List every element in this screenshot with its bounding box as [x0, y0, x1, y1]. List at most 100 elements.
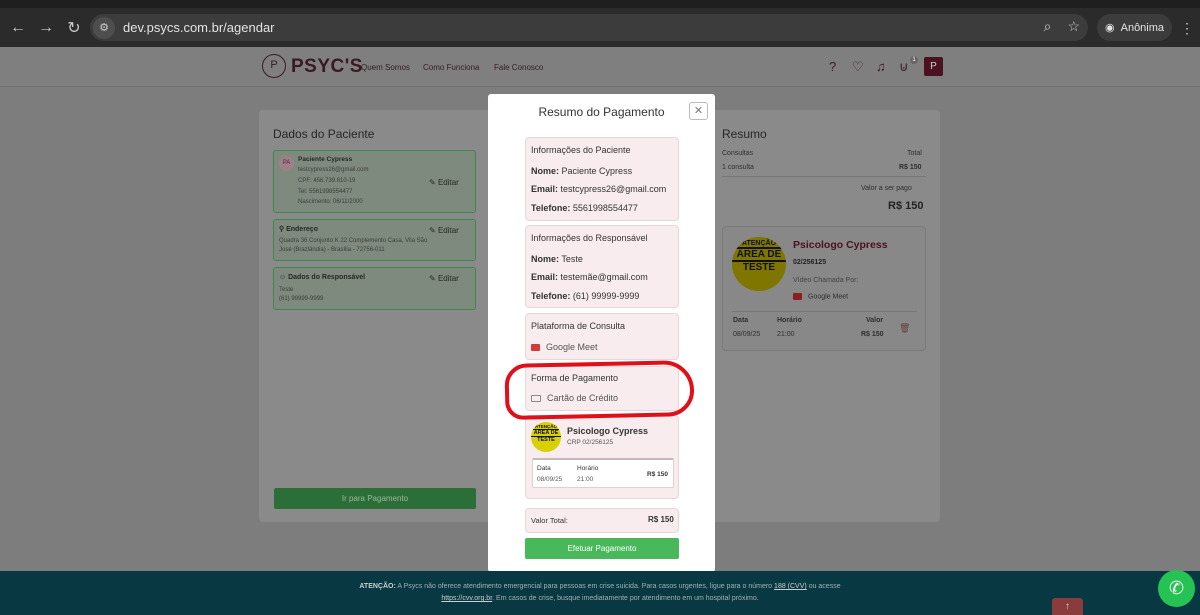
cart-count-badge: 1	[910, 56, 918, 64]
responsible-info-section: Informações do Responsável Nome: Teste E…	[525, 225, 679, 308]
badge-line-3: TESTE	[742, 262, 776, 273]
address-label: Endereço	[286, 226, 318, 233]
summary-divider	[722, 176, 926, 177]
appointment-value: R$ 150	[647, 471, 668, 478]
responsible-label: Dados do Responsável	[288, 274, 366, 281]
patient-info-section: Informações do Paciente Nome: Paciente C…	[525, 137, 679, 221]
consultas-count: 1 consulta	[722, 164, 754, 171]
footer-text-1: A Psycs não oferece atendimento emergenc…	[397, 583, 773, 590]
time-label: Horário	[577, 465, 599, 472]
responsible-card: ☺ Dados do Responsável Teste (61) 99999-…	[273, 267, 476, 310]
browser-menu-icon[interactable]: ⋮	[1180, 20, 1194, 37]
browser-toolbar: ← → ↻ ⚙ dev.psycs.com.br/agendar ⌕ ☆ ◉ A…	[0, 8, 1200, 47]
footer-attention: ATENÇÃO:	[359, 583, 396, 590]
psychologist-crp: 02/256125	[793, 259, 827, 266]
platform-row: Google Meet	[793, 293, 848, 300]
google-meet-icon	[531, 344, 540, 352]
site-settings-icon[interactable]: ⚙	[93, 16, 115, 39]
cvv-url-link[interactable]: https://cvv.org.br	[441, 595, 492, 602]
patient-phone-row: Telefone: 5561998554477	[531, 203, 638, 213]
value-value: R$ 150	[861, 331, 884, 338]
whatsapp-icon[interactable]: ✆	[1158, 570, 1195, 607]
heart-icon[interactable]: ♡	[852, 59, 864, 75]
platform-heading: Plataforma de Consulta	[531, 321, 626, 331]
patient-cpf: CPF: 456.739.810-19	[298, 178, 356, 184]
nav-quem-somos[interactable]: Quem Somos	[361, 63, 410, 72]
platform-row: Google Meet	[531, 342, 598, 352]
bookmark-star-icon[interactable]: ☆	[1067, 18, 1080, 35]
edit-address-button[interactable]: ✎ Editar	[429, 226, 459, 235]
responsible-name-row: Nome: Teste	[531, 254, 583, 264]
logo-icon[interactable]: P	[262, 54, 286, 78]
badge-line-2: ÁREA DE	[531, 429, 561, 437]
confirm-payment-button[interactable]: Efetuar Pagamento	[525, 538, 679, 559]
patient-name-value: Paciente Cypress	[561, 166, 633, 176]
help-icon[interactable]: ?	[829, 59, 836, 74]
address-line-2: José (Brazlândia) - Brasília - 72756-011	[279, 247, 385, 253]
url-text: dev.psycs.com.br/agendar	[123, 20, 275, 35]
responsible-name: Teste	[279, 287, 294, 293]
person-icon: ☺	[279, 274, 289, 281]
cart-icon[interactable]: ⊍	[899, 59, 909, 75]
responsible-phone: (61) 99999-9999	[279, 296, 324, 302]
phone-label: Telefone:	[531, 203, 571, 213]
forward-icon[interactable]: →	[32, 19, 60, 37]
edit-responsible-button[interactable]: ✎ Editar	[429, 274, 459, 283]
patient-birth: Nascimento: 06/11/2000	[298, 199, 363, 205]
edit-label: Editar	[437, 226, 459, 235]
edit-patient-button[interactable]: ✎ Editar	[429, 178, 459, 187]
consultas-label: Consultas	[722, 150, 754, 157]
date-value: 08/09/25	[537, 476, 563, 483]
badge-line-1: ATENÇÃO	[535, 424, 557, 429]
name-label: Nome:	[531, 166, 560, 176]
responsible-name-value: Teste	[561, 254, 583, 264]
patient-card: PA Paciente Cypress testcypress26@gmail.…	[273, 150, 476, 213]
platform-label: Vídeo Chamada Por:	[793, 277, 859, 284]
pencil-icon: ✎	[429, 178, 438, 187]
back-icon[interactable]: ←	[4, 19, 32, 37]
user-avatar[interactable]: P	[924, 57, 943, 76]
edit-label: Editar	[437, 274, 459, 283]
platform-value: Google Meet	[546, 342, 598, 352]
bell-icon[interactable]: ♫	[876, 59, 886, 74]
footer-text-3: . Em casos de crise, busque imediatament…	[492, 595, 759, 602]
total-value: R$ 150	[648, 515, 674, 524]
patient-info-heading: Informações do Paciente	[531, 145, 631, 155]
browser-tab-strip	[0, 0, 1200, 8]
modal-title: Resumo do Pagamento	[538, 105, 665, 119]
reload-icon[interactable]: ↻	[60, 18, 88, 38]
cvv-phone-link[interactable]: 188 (CVV)	[774, 583, 807, 590]
psychologist-divider	[732, 311, 917, 312]
highlight-annotation-circle	[504, 360, 695, 420]
date-label: Data	[733, 317, 749, 324]
phone-label: Telefone:	[531, 291, 571, 301]
go-to-payment-button[interactable]: Ir para Pagamento	[274, 488, 476, 509]
email-label: Email:	[531, 272, 559, 282]
close-icon[interactable]: ✕	[689, 102, 708, 120]
email-label: Email:	[531, 184, 559, 194]
appointment-box: Data Horário 08/09/25 21:00 R$ 150	[532, 458, 674, 488]
total-value: R$ 150	[899, 164, 922, 171]
psychologist-card: ATENÇÃO ÁREA DE TESTE Psicologo Cypress …	[722, 226, 926, 351]
logo-text[interactable]: PSYC'S	[291, 56, 363, 78]
responsible-phone-value: (61) 99999-9999	[572, 291, 640, 301]
responsible-label-row: ☺ Dados do Responsável	[279, 274, 365, 281]
footer: ATENÇÃO: A Psycs não oferece atendimento…	[0, 571, 1200, 615]
nav-como-funciona[interactable]: Como Funciona	[423, 63, 479, 72]
badge-line-2: ÁREA DE	[732, 247, 786, 262]
summary-title: Resumo	[722, 127, 767, 141]
pencil-icon: ✎	[429, 226, 438, 235]
incognito-profile-button[interactable]: ◉ Anônima	[1097, 14, 1172, 41]
footer-text-2: ou acesse	[808, 583, 841, 590]
psychologist-name: Psicologo Cypress	[567, 426, 649, 436]
address-bar[interactable]: ⚙ dev.psycs.com.br/agendar ⌕ ☆	[90, 14, 1088, 41]
trash-icon[interactable]: 🗑	[899, 323, 910, 334]
nav-fale-conosco[interactable]: Fale Conosco	[494, 63, 543, 72]
scroll-top-button[interactable]: ↑	[1052, 598, 1083, 615]
incognito-icon: ◉	[1105, 22, 1115, 34]
zoom-icon[interactable]: ⌕	[1044, 18, 1052, 35]
patient-avatar: PA	[279, 156, 294, 171]
responsible-phone-row: Telefone: (61) 99999-9999	[531, 291, 639, 301]
test-area-badge: ATENÇÃO ÁREA DE TESTE	[531, 422, 561, 452]
to-pay-label: Valor a ser pago	[861, 185, 912, 192]
